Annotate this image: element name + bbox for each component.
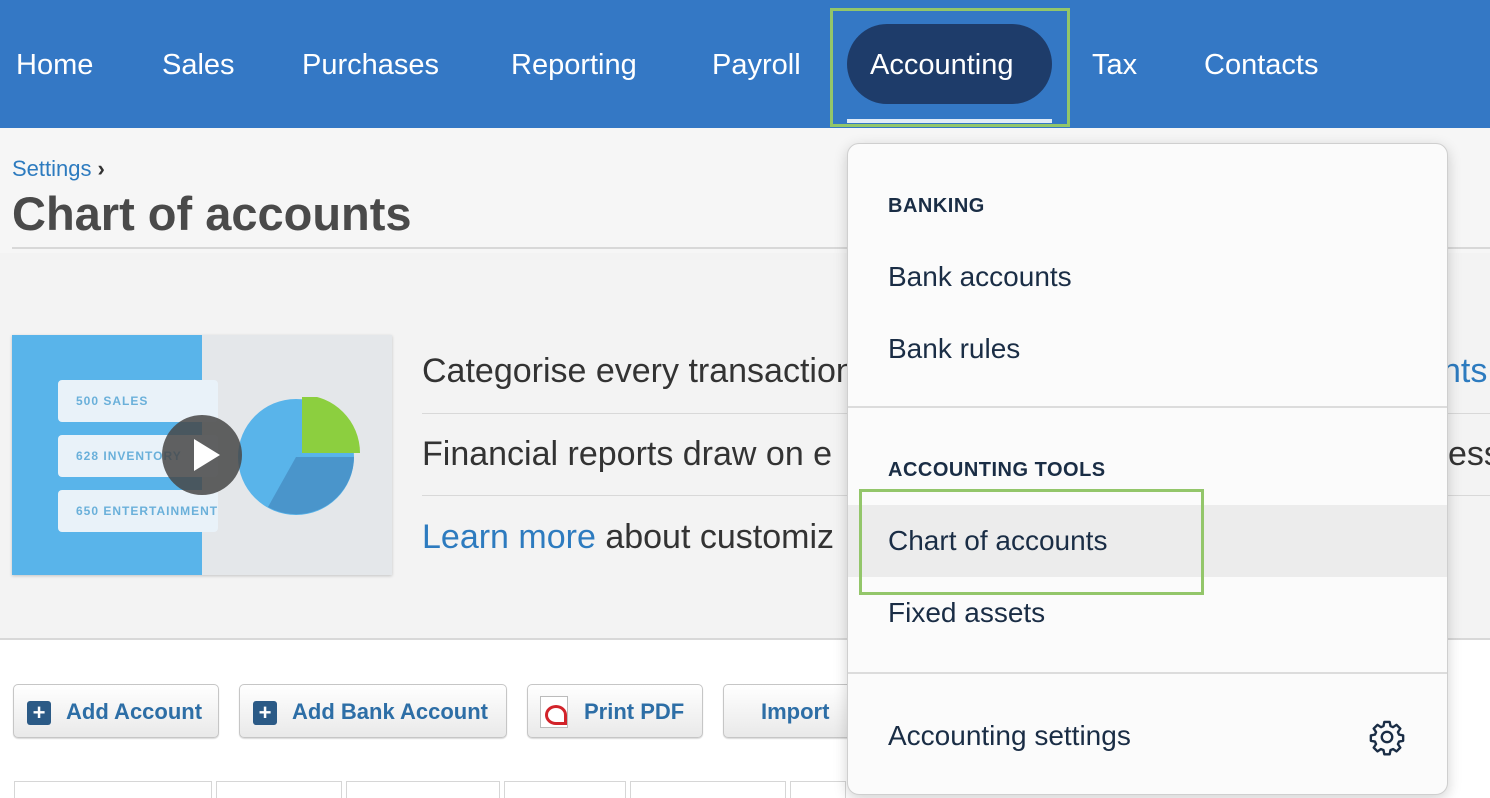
play-icon[interactable] xyxy=(162,415,242,495)
info-row-learn-more: Learn more about customiz xyxy=(422,518,834,557)
nav-item-home[interactable]: Home xyxy=(16,0,93,128)
nav-item-purchases[interactable]: Purchases xyxy=(302,0,439,128)
print-pdf-button[interactable]: Print PDF xyxy=(527,684,703,738)
menu-item-bank-accounts[interactable]: Bank accounts xyxy=(848,241,1447,313)
add-account-label: Add Account xyxy=(66,699,203,724)
info-link-tail[interactable]: nts xyxy=(1442,352,1487,391)
info-text-categorise: Categorise every transaction xyxy=(422,352,855,390)
table-header-cell xyxy=(630,781,786,798)
video-tag-entertainment: 650 ENTERTAINMENT xyxy=(58,490,218,532)
info-row-reports-tail: ess xyxy=(1448,435,1490,473)
menu-item-bank-rules[interactable]: Bank rules xyxy=(848,313,1447,385)
nav-item-sales[interactable]: Sales xyxy=(162,0,235,128)
top-nav-bar: Home Sales Purchases Reporting Payroll A… xyxy=(0,0,1490,128)
info-row-reports: Financial reports draw on e xyxy=(422,435,833,473)
accounting-dropdown-menu: BANKING Bank accounts Bank rules ACCOUNT… xyxy=(847,143,1448,795)
gear-icon[interactable] xyxy=(1368,718,1406,756)
menu-item-accounting-settings[interactable]: Accounting settings xyxy=(848,700,1447,772)
add-account-button[interactable]: + Add Account xyxy=(13,684,219,738)
learn-more-text: about customiz xyxy=(595,518,834,556)
pie-chart-icon xyxy=(238,397,360,515)
breadcrumb-chevron-icon: › xyxy=(97,156,105,181)
learn-more-link[interactable]: Learn more xyxy=(422,518,596,556)
breadcrumb: Settings › xyxy=(12,156,105,182)
table-header-cell xyxy=(790,781,846,798)
plus-icon: + xyxy=(27,701,51,725)
nav-item-reporting[interactable]: Reporting xyxy=(511,0,637,128)
menu-heading-accounting-tools: ACCOUNTING TOOLS xyxy=(888,459,1106,481)
menu-divider xyxy=(848,406,1447,408)
plus-icon: + xyxy=(253,701,277,725)
pdf-icon xyxy=(540,696,568,728)
add-bank-account-label: Add Bank Account xyxy=(292,699,488,724)
intro-video[interactable]: 500 SALES 628 INVENTORY 650 ENTERTAINMEN… xyxy=(12,335,392,575)
breadcrumb-settings-link[interactable]: Settings xyxy=(12,156,92,181)
table-header-cell xyxy=(14,781,212,798)
menu-heading-banking: BANKING xyxy=(888,195,985,217)
import-label: Import xyxy=(761,699,830,724)
chart-of-accounts-highlight xyxy=(859,489,1204,595)
nav-accounting-highlight xyxy=(830,8,1070,127)
info-row-categorise: Categorise every transaction xyxy=(422,352,855,391)
add-bank-account-button[interactable]: + Add Bank Account xyxy=(239,684,507,738)
nav-item-contacts[interactable]: Contacts xyxy=(1204,0,1318,128)
page-title: Chart of accounts xyxy=(12,187,412,240)
table-header-cell xyxy=(346,781,500,798)
menu-divider xyxy=(848,672,1447,674)
nav-item-tax[interactable]: Tax xyxy=(1092,0,1137,128)
table-header-cell xyxy=(504,781,626,798)
nav-item-payroll[interactable]: Payroll xyxy=(712,0,801,128)
table-header-cell xyxy=(216,781,342,798)
print-pdf-label: Print PDF xyxy=(584,699,685,724)
